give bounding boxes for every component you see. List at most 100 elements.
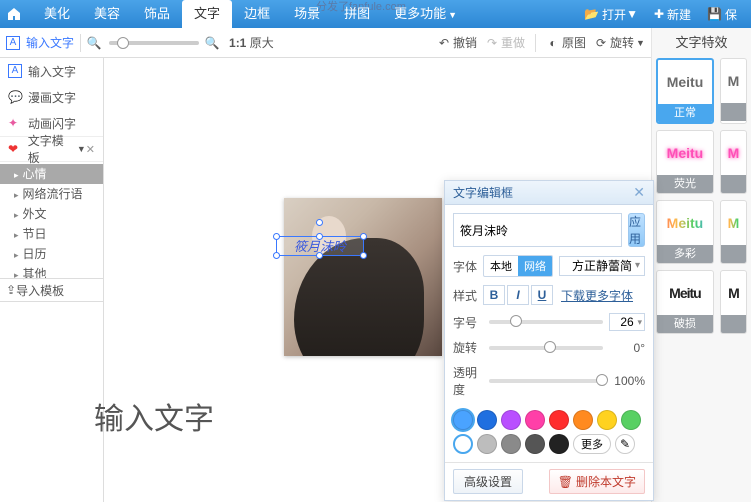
original-button[interactable]: ◐原图 <box>542 34 590 51</box>
color-swatch[interactable] <box>453 410 473 430</box>
font-source-toggle[interactable]: 本地 网络 <box>483 255 553 277</box>
color-swatch[interactable] <box>477 434 497 454</box>
more-colors-button[interactable]: 更多 <box>573 434 611 454</box>
apply-button[interactable]: 应用 <box>628 213 645 247</box>
effect-thumb: Meitu <box>657 131 713 175</box>
effect-label: 荧光 <box>657 175 713 193</box>
zoom-in-icon[interactable]: 🔍 <box>205 36 219 50</box>
advanced-button[interactable]: 高级设置 <box>453 469 523 494</box>
tab-more[interactable]: 更多功能▼ <box>382 0 469 28</box>
color-swatch[interactable] <box>549 434 569 454</box>
color-swatch[interactable] <box>525 410 545 430</box>
bold-button[interactable]: B <box>483 285 505 305</box>
resize-handle[interactable] <box>360 252 367 259</box>
resize-handle[interactable] <box>273 252 280 259</box>
tab-text[interactable]: 文字 <box>182 0 232 28</box>
rotate-handle[interactable] <box>316 219 323 226</box>
italic-button[interactable]: I <box>507 285 529 305</box>
tree-node[interactable]: 节日 <box>0 224 103 244</box>
color-swatch[interactable] <box>501 410 521 430</box>
effect-card[interactable]: Meitu正常 <box>656 58 714 124</box>
tree-node[interactable]: 心情 <box>0 164 103 184</box>
open-button[interactable]: 📂打开 ▼ <box>576 6 646 23</box>
compare-icon: ◐ <box>546 36 560 50</box>
sidebar-templates-header[interactable]: ❤ 文字模板▼ ✕ <box>0 136 103 162</box>
zoom-out-icon[interactable]: 🔍 <box>87 36 101 50</box>
rotate-icon: ⟳ <box>594 36 608 50</box>
panel-header[interactable]: 文字编辑框 ✕ <box>445 181 653 205</box>
resize-handle[interactable] <box>316 252 323 259</box>
font-select[interactable]: 方正静蕾简 <box>559 256 645 276</box>
effect-label: 破损 <box>657 315 713 333</box>
color-swatch[interactable] <box>453 434 473 454</box>
photo-preview[interactable] <box>284 198 442 356</box>
rotate-button[interactable]: ⟳旋转▼ <box>590 34 649 51</box>
rotate-label: 旋转 <box>453 339 483 356</box>
resize-handle[interactable] <box>273 233 280 240</box>
color-swatch[interactable] <box>525 434 545 454</box>
eyedropper-icon[interactable]: ✎ <box>615 434 635 454</box>
effect-card-partial[interactable]: M <box>720 270 747 334</box>
color-swatch[interactable] <box>597 410 617 430</box>
underline-button[interactable]: U <box>531 285 553 305</box>
resize-handle[interactable] <box>360 233 367 240</box>
effect-card-partial[interactable]: M <box>720 130 747 194</box>
close-icon[interactable]: ✕ <box>86 143 95 156</box>
tree-node[interactable]: 外文 <box>0 204 103 224</box>
size-value[interactable]: 26 <box>609 313 645 331</box>
tab-beautify[interactable]: 美化 <box>32 0 82 28</box>
tree-node[interactable]: 日历 <box>0 244 103 264</box>
effect-thumb: Meitu <box>658 60 712 104</box>
effect-card-partial[interactable]: M <box>720 58 747 124</box>
text-effects-panel: 文字特效 Meitu正常M Meitu荧光M Meitu多彩M Meitu破损M <box>651 28 751 502</box>
opacity-label: 透明度 <box>453 364 483 398</box>
redo-button[interactable]: ↷重做 <box>481 34 529 51</box>
effect-thumb: Meitu <box>657 201 713 245</box>
font-online-tab[interactable]: 网络 <box>518 256 552 276</box>
opacity-slider[interactable] <box>489 379 603 383</box>
delete-text-button[interactable]: 🗑删除本文字 <box>549 469 645 494</box>
more-fonts-link[interactable]: 下载更多字体 <box>561 287 633 304</box>
text-edit-panel: 文字编辑框 ✕ 应用 字体 本地 网络 方正静蕾简 样式 B I U 下载更多字… <box>444 180 654 501</box>
effect-thumb: Meitu <box>657 271 713 315</box>
zoom-ratio[interactable]: 1:1 原大 <box>225 34 278 51</box>
text-layer[interactable]: 筱月沫昤 <box>276 236 364 256</box>
color-swatch[interactable] <box>621 410 641 430</box>
size-slider[interactable] <box>489 320 603 324</box>
effect-card[interactable]: Meitu破损 <box>656 270 714 334</box>
text-input[interactable] <box>453 213 622 247</box>
save-icon: 💾 <box>707 7 722 21</box>
color-swatch[interactable] <box>549 410 569 430</box>
font-local-tab[interactable]: 本地 <box>484 256 518 276</box>
tab-frame[interactable]: 边框 <box>232 0 282 28</box>
canvas-placeholder-text: 输入文字 <box>94 394 214 438</box>
sidebar-item-comic-text[interactable]: 💬漫画文字 <box>0 84 103 110</box>
import-template-button[interactable]: ⇪导入模板 <box>0 278 103 302</box>
home-icon[interactable] <box>6 6 22 22</box>
color-swatch[interactable] <box>477 410 497 430</box>
plus-icon: ✚ <box>654 7 664 21</box>
tab-scene[interactable]: 场景 <box>282 0 332 28</box>
tab-face[interactable]: 美容 <box>82 0 132 28</box>
effect-card[interactable]: Meitu荧光 <box>656 130 714 194</box>
tab-collage[interactable]: 拼图 <box>332 0 382 28</box>
rotate-slider[interactable] <box>489 346 603 350</box>
new-button[interactable]: ✚新建 <box>646 6 699 23</box>
tree-node[interactable]: 网络流行语 <box>0 184 103 204</box>
close-icon[interactable]: ✕ <box>633 184 645 201</box>
toolbar-input-text[interactable]: 输入文字 <box>26 34 74 51</box>
zoom-slider[interactable] <box>109 41 199 45</box>
sparkle-icon: ✦ <box>8 116 22 130</box>
save-button[interactable]: 💾保 <box>699 6 745 23</box>
effect-label: 多彩 <box>657 245 713 263</box>
sidebar-item-input-text[interactable]: A输入文字 <box>0 58 103 84</box>
import-icon: ⇪ <box>6 283 16 297</box>
effect-card[interactable]: Meitu多彩 <box>656 200 714 264</box>
undo-button[interactable]: ↶撤销 <box>433 34 481 51</box>
color-swatch[interactable] <box>573 410 593 430</box>
effect-card-partial[interactable]: M <box>720 200 747 264</box>
tab-decor[interactable]: 饰品 <box>132 0 182 28</box>
template-tree: 心情 网络流行语 外文 节日 日历 其他 <box>0 162 103 290</box>
resize-handle[interactable] <box>316 233 323 240</box>
color-swatch[interactable] <box>501 434 521 454</box>
